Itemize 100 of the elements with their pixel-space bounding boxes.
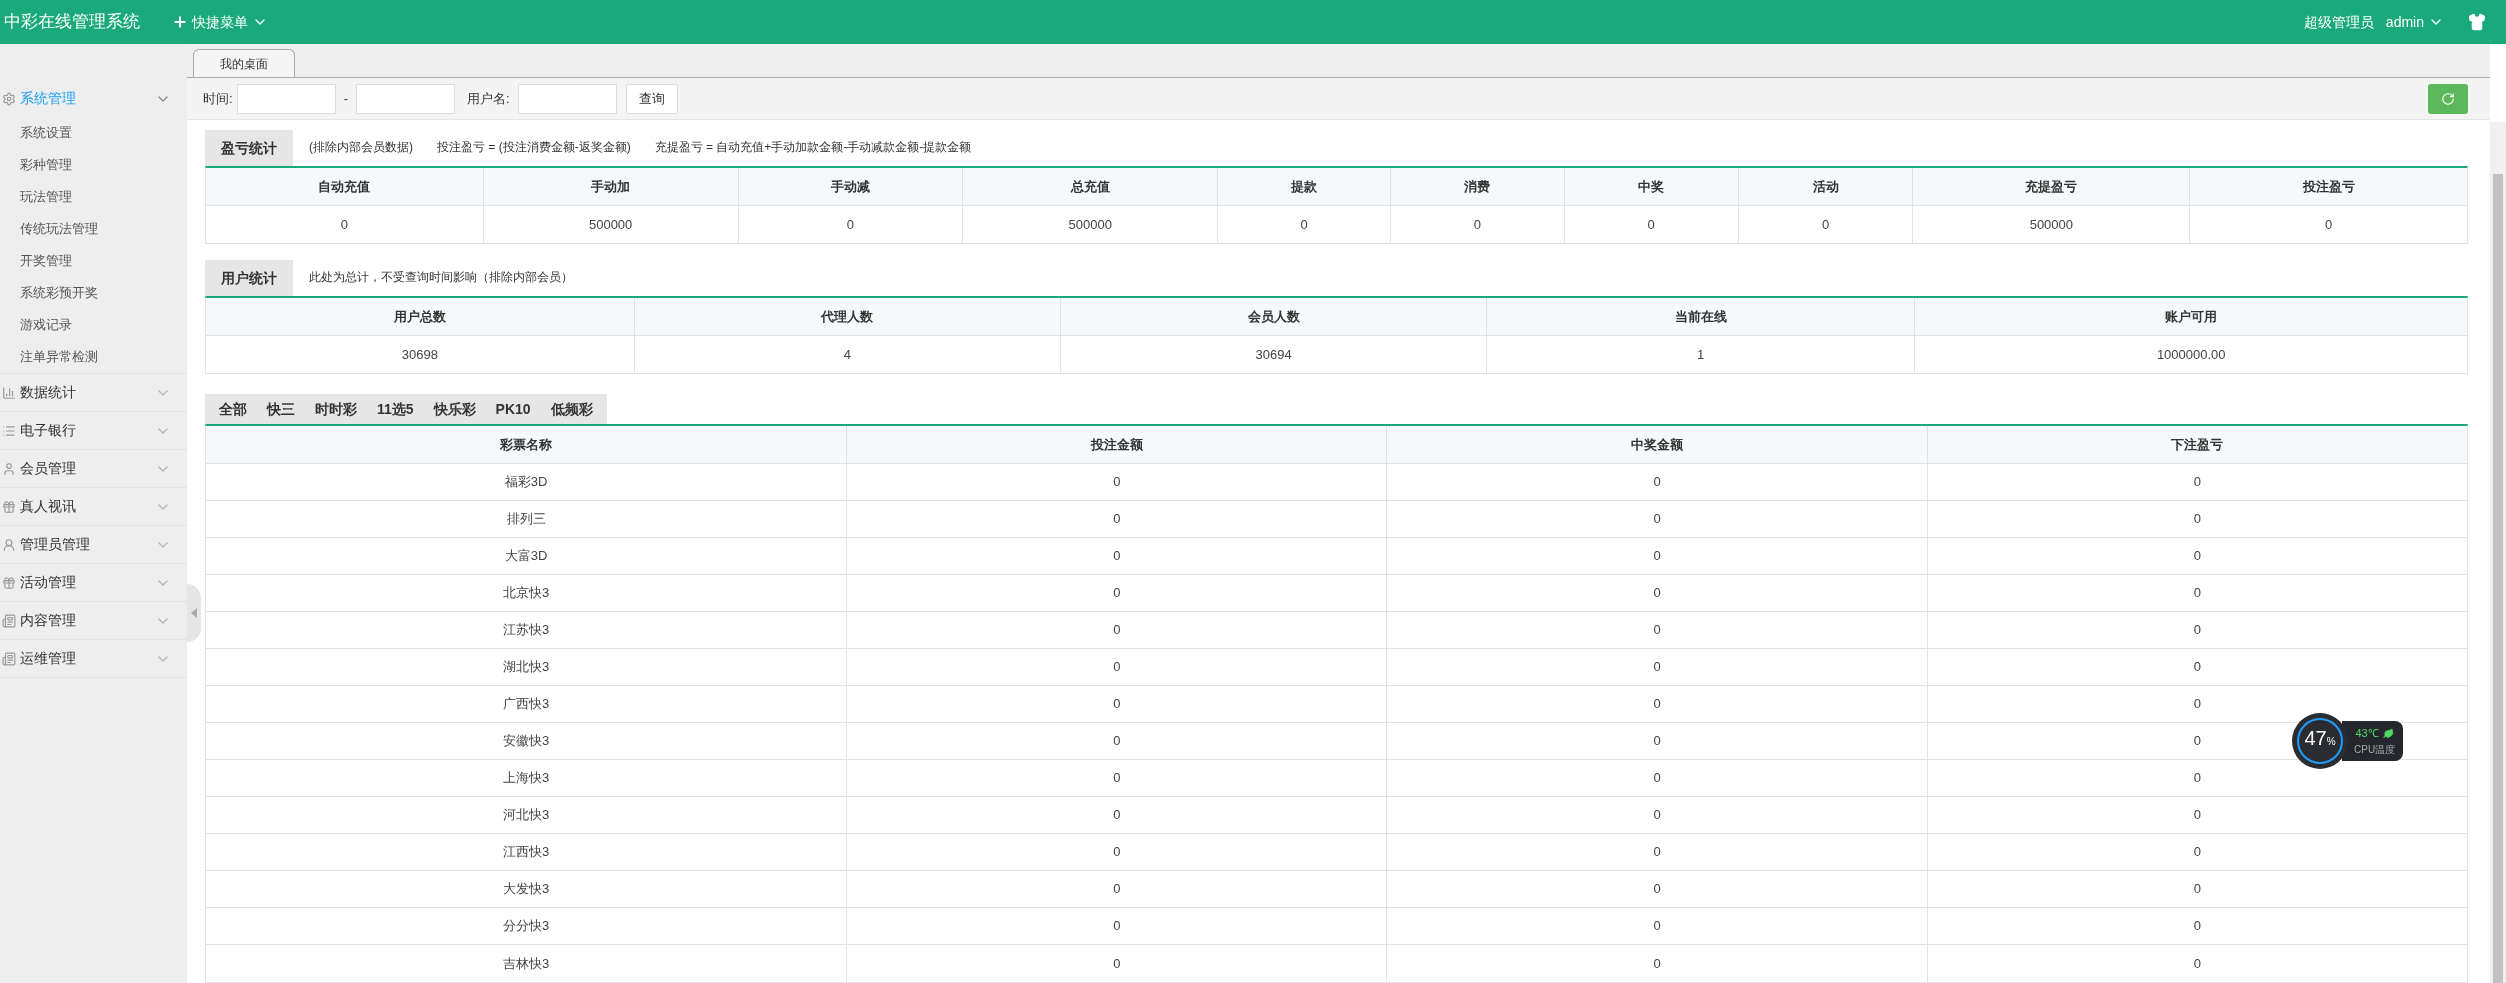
table-cell-text: 0 <box>1653 473 1661 492</box>
table-cell-text: 1000000.00 <box>2156 345 2226 364</box>
table-cell-text: 0 <box>1113 658 1121 677</box>
leaf-icon <box>2382 728 2394 739</box>
menu-icon <box>2 91 16 106</box>
collapse-handle[interactable] <box>187 584 201 642</box>
refresh-button[interactable] <box>2428 83 2468 114</box>
lottery-tab[interactable]: 时时彩 <box>308 398 364 420</box>
end-time-field[interactable] <box>355 83 455 114</box>
menu-item[interactable]: 系统设置 <box>0 117 187 149</box>
menu-icon <box>2 613 16 628</box>
table-cell-text: 0 <box>1113 954 1121 973</box>
table-cell-text: 0 <box>1113 843 1121 862</box>
table-cell-text: 0 <box>1653 547 1661 566</box>
menu-group[interactable]: 活动管理 <box>0 564 187 601</box>
lottery-tab[interactable]: 快三 <box>260 398 302 420</box>
table-cell-text: 500000 <box>2029 215 2074 234</box>
table-cell-text: 500000 <box>1068 215 1112 234</box>
menu-item[interactable]: 彩种管理 <box>0 149 187 181</box>
menu-group[interactable]: 会员管理 <box>0 450 187 487</box>
table-cell-text: 0 <box>1653 584 1661 603</box>
menu-group[interactable]: 数据统计 <box>0 374 187 411</box>
column-header: 账户可用 <box>2165 307 2218 326</box>
app-title: 中彩在线管理系统 <box>3 11 140 34</box>
menu-item[interactable]: 传统玩法管理 <box>0 213 187 245</box>
column-header: 用户总数 <box>393 307 446 326</box>
table-cell-text: 0 <box>1653 954 1661 973</box>
column-header: 消费 <box>1464 177 1491 196</box>
table-cell-text: 0 <box>1653 695 1661 714</box>
table-cell-text: 0 <box>1653 732 1661 751</box>
menu-icon <box>2 575 16 590</box>
table-cell-text: 4 <box>843 345 852 364</box>
table-cell-text: 0 <box>2193 880 2201 899</box>
table-cell-text: 1 <box>1697 345 1705 364</box>
table-cell-text: 安徽快3 <box>502 732 550 751</box>
table-cell-text: 0 <box>1647 215 1655 234</box>
scrollbar[interactable] <box>2490 122 2506 983</box>
username-field[interactable] <box>517 83 617 114</box>
table-cell-text: 0 <box>1653 769 1661 788</box>
column-header: 自动充值 <box>318 177 371 196</box>
menu-item[interactable]: 系统彩预开奖 <box>0 277 187 309</box>
column-header: 提款 <box>1291 177 1317 196</box>
search-button[interactable]: 查询 <box>625 83 678 114</box>
table-cell-text: 江苏快3 <box>502 621 550 640</box>
table-cell-text: 0 <box>2193 695 2201 714</box>
lottery-tab[interactable]: PK10 <box>488 398 538 420</box>
field-label: 时间: <box>203 89 233 108</box>
lottery-tab[interactable]: 全部 <box>212 398 254 420</box>
column-header: 手动加 <box>591 177 631 196</box>
table-cell-text: 江西快3 <box>502 843 550 862</box>
table-cell-text: 0 <box>1113 510 1121 529</box>
table-cell-text: 0 <box>2193 658 2201 677</box>
cpu-temperature: 43℃ <box>2355 726 2379 742</box>
field-label: 用户名: <box>466 89 510 108</box>
menu-item[interactable]: 游戏记录 <box>0 309 187 341</box>
column-header: 手动减 <box>830 177 870 196</box>
table-cell-text: 上海快3 <box>502 769 550 788</box>
menu-icon <box>2 537 16 552</box>
menu-item[interactable]: 注单异常检测 <box>0 341 187 373</box>
column-header: 代理人数 <box>821 307 874 326</box>
table-cell-text: 吉林快3 <box>502 954 550 973</box>
refresh-icon <box>2441 91 2455 106</box>
menu-group[interactable]: 管理员管理 <box>0 526 187 563</box>
menu-group[interactable]: 运维管理 <box>0 640 187 677</box>
table-cell-text: 北京快3 <box>502 584 550 603</box>
table-cell-text: 0 <box>2193 473 2201 492</box>
table-cell-text: 大富3D <box>504 547 548 566</box>
lottery-tab[interactable]: 11选5 <box>370 398 421 420</box>
table-cell-text: 30698 <box>401 345 438 364</box>
table-cell-text: 0 <box>1113 917 1121 936</box>
percent-unit: % <box>2326 736 2336 749</box>
start-time-field[interactable] <box>236 83 336 114</box>
table-cell-text: 0 <box>1653 621 1661 640</box>
table-cell-text: 0 <box>2193 917 2201 936</box>
table-cell-text: 0 <box>1653 806 1661 825</box>
table-cell-text: 0 <box>1113 547 1121 566</box>
shirt-icon[interactable] <box>2468 13 2486 31</box>
table-cell-text: 福彩3D <box>504 473 548 492</box>
menu-icon <box>2 461 16 476</box>
table-cell-text: 0 <box>2193 732 2201 751</box>
menu-group[interactable]: 内容管理 <box>0 602 187 639</box>
table-cell-text: 大发快3 <box>502 880 550 899</box>
column-header: 会员人数 <box>1247 307 1300 326</box>
menu-group[interactable]: 电子银行 <box>0 412 187 449</box>
table-cell-text: 0 <box>1113 621 1121 640</box>
menu-item[interactable]: 玩法管理 <box>0 181 187 213</box>
table-cell-text: 500000 <box>588 215 633 234</box>
menu-item[interactable]: 开奖管理 <box>0 245 187 277</box>
table-cell-text: 0 <box>1821 215 1830 234</box>
table-cell-text: 0 <box>1113 584 1121 603</box>
lottery-tab[interactable]: 低频彩 <box>543 398 600 420</box>
section-title: 用户统计 <box>205 260 293 296</box>
menu-group[interactable]: 真人视讯 <box>0 488 187 525</box>
column-header: 总充值 <box>1070 177 1110 196</box>
menu-icon <box>2 499 16 514</box>
page-tab[interactable]: 我的桌面 <box>193 49 295 77</box>
table-cell-text: 0 <box>2193 806 2201 825</box>
table-cell-text: 0 <box>1653 843 1661 862</box>
plus-icon <box>172 14 188 30</box>
lottery-tab[interactable]: 快乐彩 <box>426 398 483 420</box>
